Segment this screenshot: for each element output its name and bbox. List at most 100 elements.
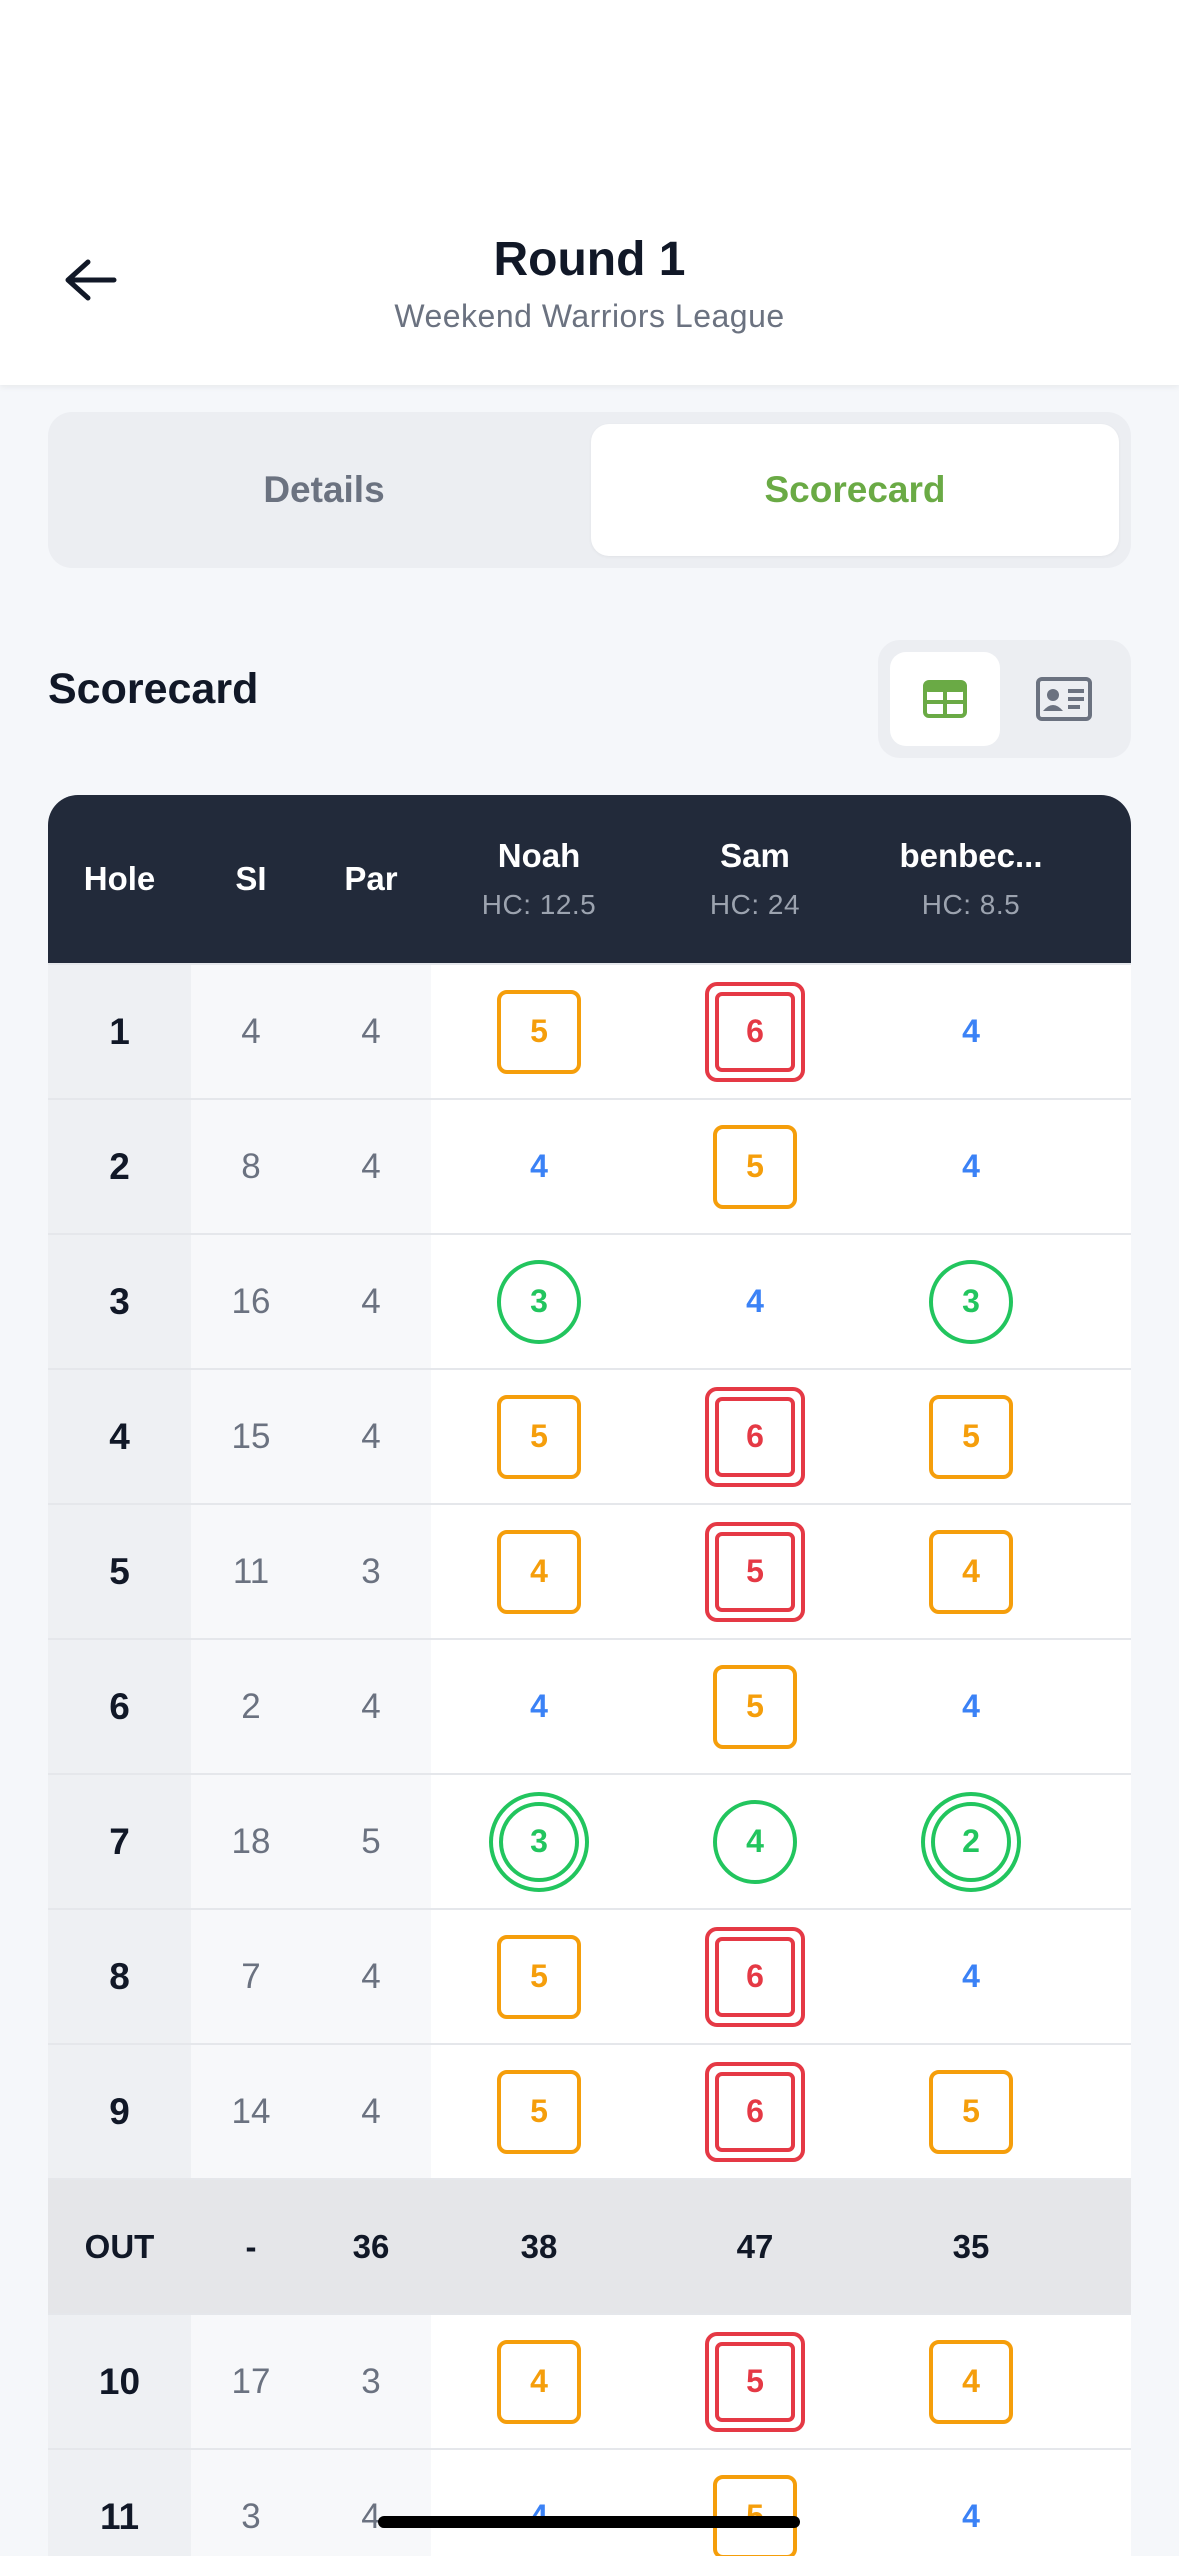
score-cell-player-1[interactable]: 3 (431, 1775, 647, 1908)
hole-number: 9 (48, 2045, 191, 2178)
stroke-index: 14 (191, 2045, 311, 2178)
table-row: 10 17 3 4 5 4 (48, 2313, 1131, 2448)
view-toggle (878, 640, 1131, 758)
score-cell-player-1[interactable]: 4 (431, 1505, 647, 1638)
col-player-1[interactable]: Noah HC: 12.5 (431, 795, 647, 963)
hole-number: 10 (48, 2315, 191, 2448)
score-cell-player-3[interactable]: 4 (863, 2315, 1079, 2448)
title-block: Round 1 Weekend Warriors League (0, 228, 1179, 335)
table-row: 144564 (48, 963, 1131, 1098)
score-value: 4 (713, 1799, 797, 1884)
hole-par: 4 (311, 1370, 431, 1503)
col-player-2[interactable]: Sam HC: 24 (647, 795, 863, 963)
score-value: 4 (929, 1529, 1013, 1614)
score-cell-player-1[interactable]: 4 (431, 2450, 647, 2556)
score-cell-player-1[interactable]: 4 (431, 1640, 647, 1773)
score-cell-player-2[interactable]: 5 (647, 1505, 863, 1638)
score-cell-player-3[interactable]: 3 (863, 1235, 1079, 1368)
player-handicap: HC: 12.5 (481, 889, 597, 920)
score-cell-player-2[interactable]: 4 (647, 1775, 863, 1908)
score-value: 5 (713, 1124, 797, 1209)
score-cell-player-1[interactable]: 5 (431, 1910, 647, 2043)
table-view-button[interactable] (890, 652, 1000, 746)
score-value: 5 (705, 1521, 805, 1622)
hole-par: 4 (311, 2450, 431, 2556)
score-cell-player-1[interactable]: 3 (431, 1235, 647, 1368)
out-total-player-2: 47 (736, 2227, 774, 2265)
player-name: benbec... (899, 837, 1043, 874)
section-title: Scorecard (48, 665, 259, 713)
score-value: 4 (962, 1958, 980, 1994)
col-si-label: SI (235, 860, 267, 897)
table-row: 9 14 4 5 6 5 (48, 2043, 1131, 2178)
score-cell-player-3[interactable]: 5 (863, 1370, 1079, 1503)
col-si: SI (191, 795, 311, 963)
table-row: 874564 (48, 1908, 1131, 2043)
score-cell-player-2[interactable]: 5 (647, 2450, 863, 2556)
score-cell-player-3[interactable]: 4 (863, 1100, 1079, 1233)
score-cell-player-3[interactable]: 4 (863, 965, 1079, 1098)
table-row: 4 15 4 5 6 5 (48, 1368, 1131, 1503)
score-value: 4 (962, 1688, 980, 1724)
score-cell-player-2[interactable]: 6 (647, 2045, 863, 2178)
score-cell-player-3[interactable]: 2 (863, 1775, 1079, 1908)
out-label: OUT (84, 2227, 155, 2265)
score-value: 3 (929, 1259, 1013, 1344)
hole-par: 4 (311, 2045, 431, 2178)
score-cell-player-2[interactable]: 6 (647, 1910, 863, 2043)
tab-details[interactable]: Details (60, 424, 588, 556)
score-cell-player-1[interactable]: 4 (431, 1100, 647, 1233)
card-view-button[interactable] (1009, 652, 1119, 746)
score-cell-player-1[interactable]: 5 (431, 965, 647, 1098)
id-card-icon (1036, 677, 1092, 721)
score-value: 4 (962, 1013, 980, 1049)
hole-number: 5 (48, 1505, 191, 1638)
score-cell-player-2[interactable]: 4 (647, 1235, 863, 1368)
table-row: 624454 (48, 1638, 1131, 1773)
hole-par: 4 (311, 1640, 431, 1773)
table-row: 5 11 3 4 5 4 (48, 1503, 1131, 1638)
score-cell-player-2[interactable]: 6 (647, 965, 863, 1098)
score-cell-player-3[interactable]: 4 (863, 1505, 1079, 1638)
score-cell-player-2[interactable]: 5 (647, 1640, 863, 1773)
stroke-index: 15 (191, 1370, 311, 1503)
out-total-row: OUT - 36 38 47 35 (48, 2178, 1131, 2313)
hole-number: 8 (48, 1910, 191, 2043)
score-value: 5 (497, 989, 581, 1074)
out-total-player-1: 38 (520, 2227, 558, 2265)
table-row: 7 18 5 3 4 2 (48, 1773, 1131, 1908)
col-player-3[interactable]: benbec... HC: 8.5 (863, 795, 1079, 963)
score-cell-player-2[interactable]: 5 (647, 2315, 863, 2448)
score-cell-player-1[interactable]: 4 (431, 2315, 647, 2448)
stroke-index: 2 (191, 1640, 311, 1773)
scorecard-table: Hole SI Par Noah HC: 12.5 Sam HC: 24 ben… (48, 795, 1131, 2556)
hole-par: 5 (311, 1775, 431, 1908)
score-value: 6 (705, 1926, 805, 2027)
hole-par: 4 (311, 1910, 431, 2043)
score-cell-player-1[interactable]: 5 (431, 1370, 647, 1503)
score-value: 6 (705, 1386, 805, 1487)
score-cell-player-3[interactable]: 4 (863, 1640, 1079, 1773)
score-cell-player-3[interactable]: 4 (863, 2450, 1079, 2556)
tab-scorecard[interactable]: Scorecard (591, 424, 1119, 556)
score-cell-player-3[interactable]: 4 (863, 1910, 1079, 2043)
score-cell-player-3[interactable]: 5 (863, 2045, 1079, 2178)
out-par: 36 (352, 2227, 390, 2265)
hole-number: 6 (48, 1640, 191, 1773)
score-cell-player-1[interactable]: 5 (431, 2045, 647, 2178)
score-value: 5 (713, 1664, 797, 1749)
score-cell-player-2[interactable]: 5 (647, 1100, 863, 1233)
score-value: 2 (921, 1791, 1021, 1892)
table-row: 1134454 (48, 2448, 1131, 2556)
score-value: 5 (497, 1934, 581, 2019)
score-value: 4 (497, 1529, 581, 1614)
score-value: 3 (489, 1791, 589, 1892)
col-hole-label: Hole (83, 860, 156, 897)
hole-par: 3 (311, 1505, 431, 1638)
table-header: Hole SI Par Noah HC: 12.5 Sam HC: 24 ben… (48, 795, 1131, 963)
score-cell-player-2[interactable]: 6 (647, 1370, 863, 1503)
player-handicap: HC: 24 (709, 889, 801, 920)
score-value: 6 (705, 2061, 805, 2162)
hole-par: 4 (311, 1100, 431, 1233)
player-handicap: HC: 8.5 (921, 889, 1021, 920)
